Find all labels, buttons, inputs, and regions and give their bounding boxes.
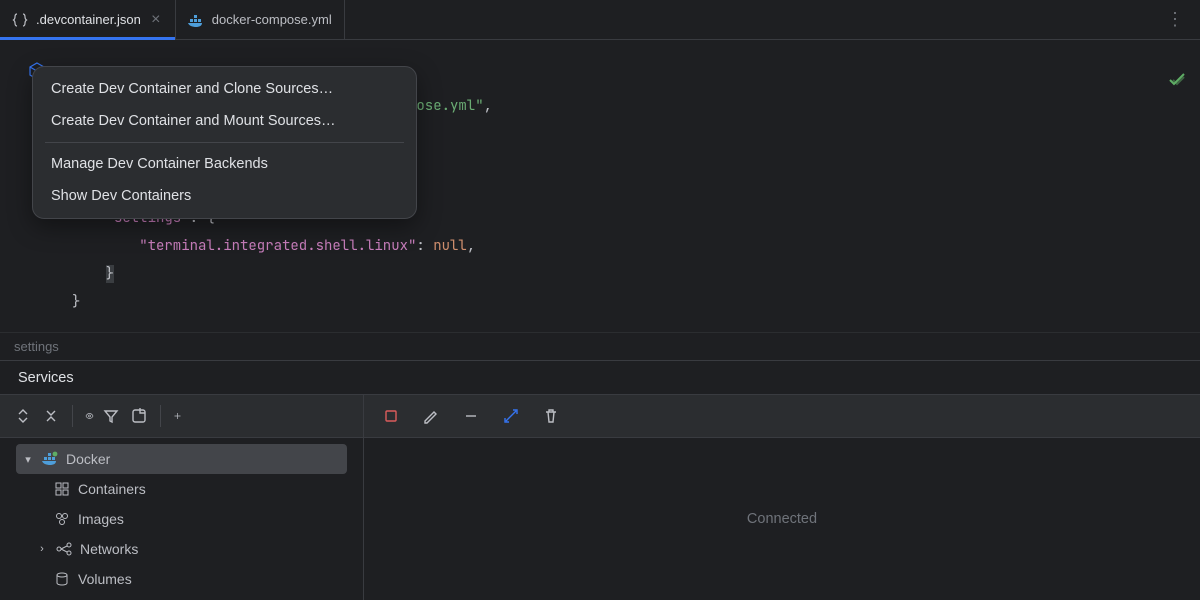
stop-icon[interactable] bbox=[380, 405, 402, 427]
docker-file-icon bbox=[188, 12, 204, 28]
popup-item-create-mount[interactable]: Create Dev Container and Mount Sources… bbox=[33, 105, 416, 137]
services-tree[interactable]: ▾ Docker Containers Images › Networks Vo… bbox=[0, 438, 364, 600]
tab-devcontainer-json[interactable]: .devcontainer.json × bbox=[0, 0, 176, 39]
services-toolbar bbox=[0, 394, 1200, 438]
volumes-icon bbox=[54, 571, 70, 587]
tree-node-volumes[interactable]: Volumes bbox=[16, 564, 347, 594]
show-hide-icon[interactable] bbox=[72, 405, 94, 427]
networks-icon bbox=[56, 541, 72, 557]
chevron-down-icon[interactable]: ▾ bbox=[22, 453, 34, 466]
tree-node-containers[interactable]: Containers bbox=[16, 474, 347, 504]
json-file-icon bbox=[12, 12, 28, 28]
popup-item-show-containers[interactable]: Show Dev Containers bbox=[33, 180, 416, 212]
containers-icon bbox=[54, 481, 70, 497]
close-icon[interactable]: × bbox=[149, 11, 163, 29]
expand-all-icon[interactable] bbox=[12, 405, 34, 427]
minus-icon[interactable] bbox=[460, 405, 482, 427]
delete-icon[interactable] bbox=[540, 405, 562, 427]
collapse-all-icon[interactable] bbox=[40, 405, 62, 427]
docker-icon bbox=[42, 451, 58, 467]
popup-item-manage-backends[interactable]: Manage Dev Container Backends bbox=[33, 148, 416, 180]
add-service-icon[interactable] bbox=[160, 405, 182, 427]
editor-tab-bar: .devcontainer.json × docker-compose.yml … bbox=[0, 0, 1200, 40]
services-detail-panel: Connected bbox=[364, 438, 1200, 600]
tree-node-docker[interactable]: ▾ Docker bbox=[16, 444, 347, 474]
tab-label: docker-compose.yml bbox=[212, 12, 332, 27]
tab-label: .devcontainer.json bbox=[36, 12, 141, 27]
services-tool-window-title[interactable]: Services bbox=[0, 360, 1200, 394]
group-by-icon[interactable] bbox=[128, 405, 150, 427]
popup-item-create-clone[interactable]: Create Dev Container and Clone Sources… bbox=[33, 73, 416, 105]
devcontainer-actions-popup: Create Dev Container and Clone Sources… … bbox=[32, 66, 417, 219]
tree-node-networks[interactable]: › Networks bbox=[16, 534, 347, 564]
popup-separator bbox=[45, 142, 404, 143]
tree-label: Images bbox=[78, 511, 124, 527]
connection-status: Connected bbox=[747, 511, 817, 527]
chevron-right-icon[interactable]: › bbox=[36, 543, 48, 555]
expand-icon[interactable] bbox=[500, 405, 522, 427]
images-icon bbox=[54, 511, 70, 527]
editor-breadcrumb[interactable]: settings bbox=[0, 332, 1200, 360]
tree-label: Docker bbox=[66, 451, 110, 467]
filter-icon[interactable] bbox=[100, 405, 122, 427]
tab-overflow-menu-icon[interactable]: ⋮ bbox=[1158, 9, 1192, 30]
tree-node-images[interactable]: Images bbox=[16, 504, 347, 534]
tree-label: Volumes bbox=[78, 571, 132, 587]
tree-label: Networks bbox=[80, 541, 138, 557]
tab-docker-compose-yml[interactable]: docker-compose.yml bbox=[176, 0, 345, 39]
edit-config-icon[interactable] bbox=[420, 405, 442, 427]
services-body: ▾ Docker Containers Images › Networks Vo… bbox=[0, 438, 1200, 600]
tree-label: Containers bbox=[78, 481, 146, 497]
